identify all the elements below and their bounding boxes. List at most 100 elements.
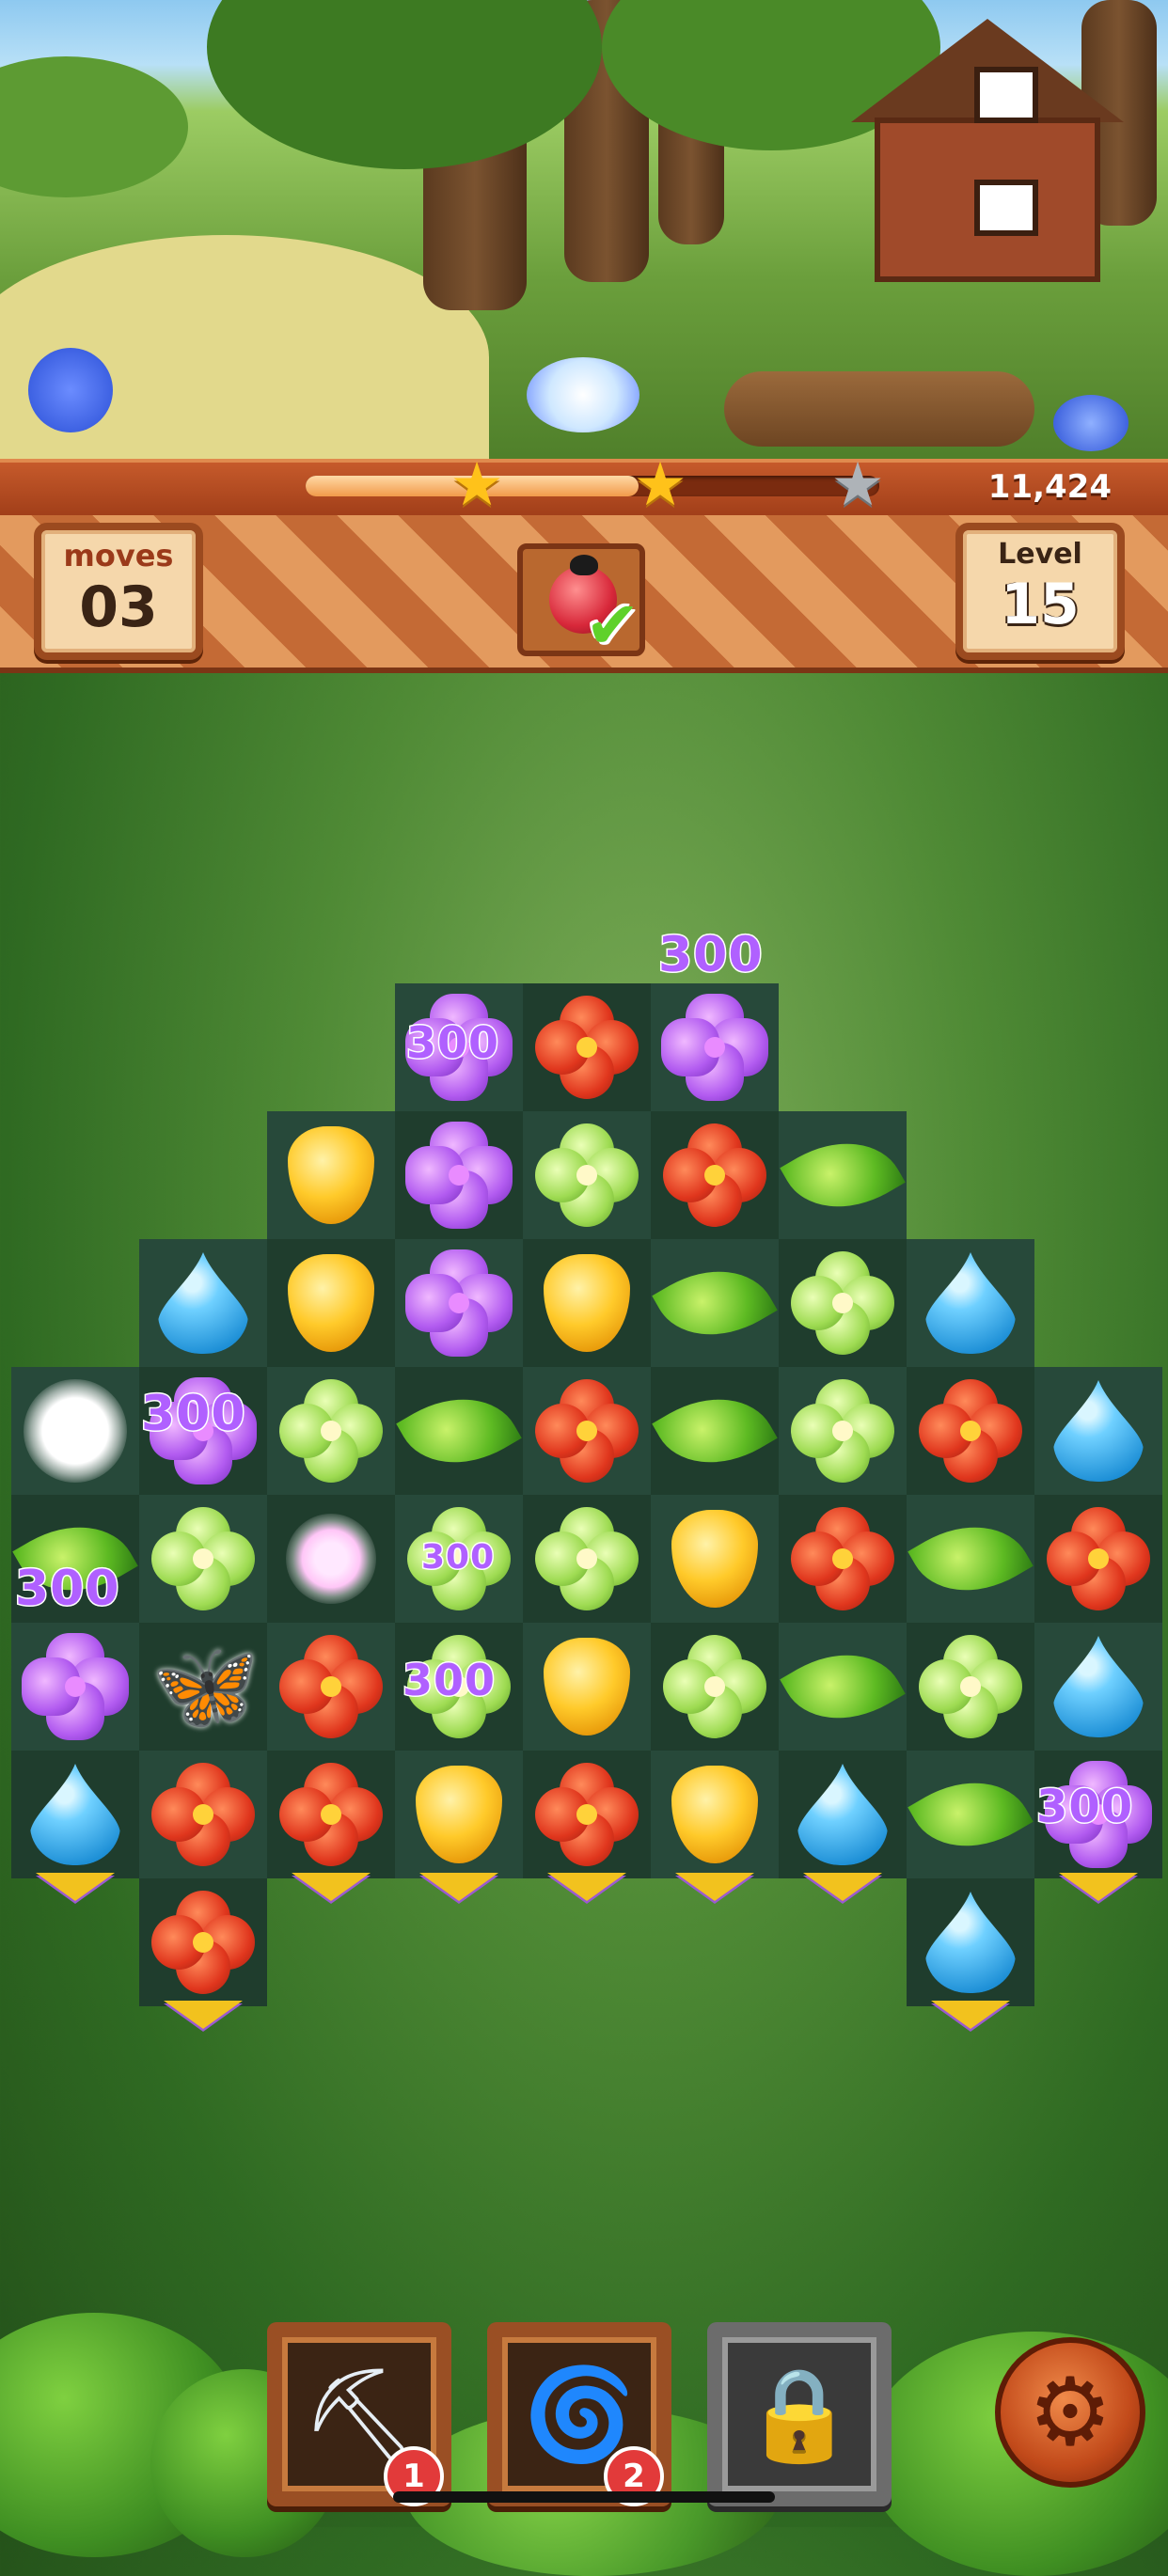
board-cell[interactable] bbox=[907, 1878, 1034, 2006]
board-cell[interactable] bbox=[907, 1623, 1034, 1751]
clover-tile-icon bbox=[535, 1123, 639, 1227]
leaf-tile-icon bbox=[780, 1628, 906, 1745]
board-cell[interactable] bbox=[139, 1878, 267, 2006]
leaf-tile-icon bbox=[652, 1245, 778, 1361]
board-cell[interactable] bbox=[523, 1623, 651, 1751]
water-tile-icon bbox=[1053, 1380, 1144, 1482]
board-cell[interactable] bbox=[651, 1623, 779, 1751]
board-cell[interactable] bbox=[907, 1367, 1034, 1495]
drop-arrow-icon bbox=[419, 1873, 498, 1901]
water-tile-icon bbox=[925, 1252, 1016, 1354]
purple-tile-icon bbox=[22, 1633, 129, 1740]
score-popup: 300 bbox=[140, 1385, 247, 1444]
board-cell[interactable] bbox=[11, 1751, 139, 1878]
board-cell[interactable] bbox=[651, 1367, 779, 1495]
board-cell[interactable] bbox=[779, 1111, 907, 1239]
clover-tile-icon bbox=[919, 1635, 1022, 1738]
score-progress-bar: ★ ★ ★ bbox=[306, 455, 885, 515]
swirl-booster[interactable]: 🌀 2 bbox=[487, 2322, 671, 2506]
board-cell[interactable] bbox=[779, 1239, 907, 1367]
board-cell[interactable] bbox=[11, 1367, 139, 1495]
drop-arrow-icon bbox=[675, 1873, 754, 1901]
level-value: 15 bbox=[1001, 572, 1080, 637]
trowel-booster[interactable]: ⛏ 1 bbox=[267, 2322, 451, 2506]
locked-booster[interactable]: 🔒 bbox=[707, 2322, 892, 2506]
score-popup: 300 bbox=[1034, 1780, 1134, 1835]
red-tile-icon bbox=[535, 996, 639, 1099]
scene-background bbox=[0, 0, 1168, 463]
star-3-icon: ★ bbox=[830, 450, 885, 520]
gear-icon: ⚙ bbox=[1028, 2357, 1113, 2467]
board-cell[interactable] bbox=[139, 1751, 267, 1878]
board-cell[interactable] bbox=[267, 1495, 395, 1623]
home-indicator bbox=[393, 2491, 775, 2503]
drop-arrow-icon bbox=[547, 1873, 626, 1901]
score-popup: 300 bbox=[401, 1654, 497, 1707]
pinkglow-tile-icon bbox=[286, 1514, 376, 1604]
red-tile-icon bbox=[151, 1891, 255, 1994]
score-popup: 300 bbox=[657, 926, 765, 985]
board-cell[interactable] bbox=[267, 1111, 395, 1239]
board-cell[interactable] bbox=[139, 1239, 267, 1367]
red-tile-icon bbox=[279, 1763, 383, 1866]
blue-flowers bbox=[28, 348, 113, 432]
board-cell[interactable] bbox=[779, 1495, 907, 1623]
water-tile-icon bbox=[797, 1764, 888, 1865]
board-cell[interactable] bbox=[523, 983, 651, 1111]
board-cell[interactable] bbox=[267, 1751, 395, 1878]
red-tile-icon bbox=[279, 1635, 383, 1738]
board-cell[interactable] bbox=[139, 1495, 267, 1623]
score-value: 11,424 bbox=[987, 468, 1112, 506]
board-cell[interactable] bbox=[651, 983, 779, 1111]
board-cell[interactable] bbox=[267, 1623, 395, 1751]
board-cell[interactable] bbox=[395, 1239, 523, 1367]
red-tile-icon bbox=[535, 1763, 639, 1866]
purple-tile-icon bbox=[405, 1249, 513, 1357]
tulip-tile-icon bbox=[288, 1126, 374, 1224]
board-cell[interactable] bbox=[651, 1751, 779, 1878]
leaf-tile-icon bbox=[652, 1373, 778, 1489]
drop-arrow-icon bbox=[36, 1873, 115, 1901]
board-cell[interactable] bbox=[395, 1751, 523, 1878]
board-cell[interactable] bbox=[651, 1239, 779, 1367]
red-tile-icon bbox=[535, 1379, 639, 1483]
check-icon: ✔ bbox=[585, 587, 640, 664]
board-cell[interactable] bbox=[907, 1495, 1034, 1623]
board-cell[interactable] bbox=[523, 1751, 651, 1878]
water-tile-icon bbox=[30, 1764, 120, 1865]
star-2-icon: ★ bbox=[633, 450, 687, 520]
settings-button[interactable]: ⚙ bbox=[995, 2337, 1145, 2488]
board-cell[interactable] bbox=[1034, 1623, 1162, 1751]
board-cell[interactable]: 🦋 bbox=[139, 1623, 267, 1751]
cottage bbox=[851, 19, 1124, 282]
tulip-tile-icon bbox=[544, 1254, 630, 1352]
board-cell[interactable] bbox=[779, 1623, 907, 1751]
board-cell[interactable] bbox=[11, 1623, 139, 1751]
board-cell[interactable] bbox=[779, 1367, 907, 1495]
clover-tile-icon bbox=[535, 1507, 639, 1610]
board-cell[interactable] bbox=[1034, 1495, 1162, 1623]
board-cell[interactable] bbox=[395, 1367, 523, 1495]
board-cell[interactable] bbox=[1034, 1367, 1162, 1495]
board-cell[interactable] bbox=[523, 1495, 651, 1623]
board-cell[interactable] bbox=[907, 1751, 1034, 1878]
board-cell[interactable] bbox=[907, 1239, 1034, 1367]
board-cell[interactable] bbox=[395, 1111, 523, 1239]
water-tile-icon bbox=[158, 1252, 248, 1354]
blue-flowers bbox=[1053, 395, 1129, 451]
board-cell[interactable] bbox=[779, 1751, 907, 1878]
glow-tile-icon bbox=[24, 1379, 127, 1483]
drop-arrow-icon bbox=[164, 2001, 243, 2029]
board-cell[interactable] bbox=[651, 1111, 779, 1239]
board-cell[interactable] bbox=[523, 1111, 651, 1239]
board-cell[interactable] bbox=[523, 1367, 651, 1495]
board-cell[interactable] bbox=[267, 1239, 395, 1367]
board-cell[interactable] bbox=[651, 1495, 779, 1623]
board-cell[interactable] bbox=[523, 1239, 651, 1367]
clover-tile-icon bbox=[791, 1251, 894, 1355]
level-label: Level bbox=[998, 538, 1082, 571]
clover-tile-icon bbox=[279, 1379, 383, 1483]
moves-label: moves bbox=[63, 538, 174, 573]
score-popup: 300 bbox=[14, 1560, 121, 1619]
board-cell[interactable] bbox=[267, 1367, 395, 1495]
